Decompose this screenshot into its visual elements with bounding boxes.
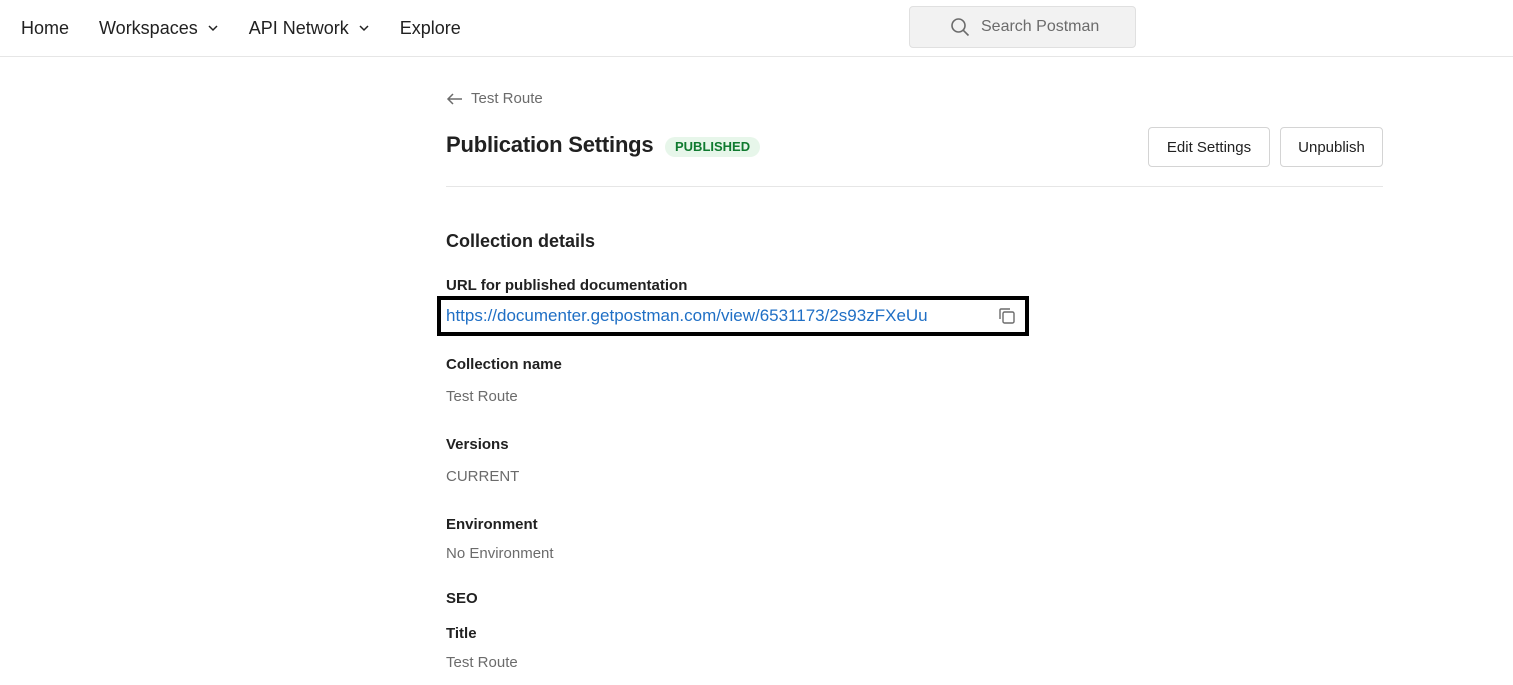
nav-home[interactable]: Home [21, 18, 69, 39]
top-navigation-bar: Home Workspaces API Network Explore Sear… [0, 0, 1513, 57]
section-title-collection-details: Collection details [446, 231, 596, 251]
back-link-label: Test Route [471, 90, 543, 107]
divider [446, 186, 1383, 187]
nav-home-label: Home [21, 17, 70, 38]
nav-api-network-label: API Network [248, 17, 349, 38]
nav-explore-label: Explore [399, 17, 461, 38]
arrow-left-icon [446, 92, 462, 105]
url-highlight-box: https://documenter.getpostman.com/view/6… [437, 296, 1029, 336]
search-placeholder: Search Postman [981, 18, 1100, 35]
chevron-down-icon [208, 25, 218, 32]
nav-workspaces-label: Workspaces [99, 17, 198, 38]
environment-label: Environment [446, 516, 538, 533]
url-label: URL for published documentation [446, 277, 688, 294]
nav-workspaces[interactable]: Workspaces [99, 18, 219, 39]
seo-title-label: Title [446, 625, 477, 642]
main-nav: Home Workspaces API Network Explore [21, 0, 491, 56]
environment-value: No Environment [446, 545, 554, 562]
copy-icon[interactable] [997, 306, 1017, 326]
back-link[interactable]: Test Route [446, 90, 543, 107]
search-input[interactable]: Search Postman [909, 6, 1136, 48]
unpublish-button[interactable]: Unpublish [1280, 127, 1383, 167]
nav-api-network[interactable]: API Network [249, 18, 370, 39]
edit-settings-button[interactable]: Edit Settings [1148, 127, 1270, 167]
page-header: Publication Settings PUBLISHED Edit Sett… [446, 127, 1383, 167]
seo-title-value: Test Route [446, 654, 518, 671]
chevron-down-icon [359, 25, 369, 32]
versions-value: CURRENT [446, 468, 520, 485]
versions-label: Versions [446, 436, 509, 453]
published-url-link[interactable]: https://documenter.getpostman.com/view/6… [446, 306, 928, 326]
collection-name-label: Collection name [446, 356, 562, 373]
status-badge: PUBLISHED [665, 137, 761, 157]
page-title: Publication Settings [446, 132, 654, 157]
nav-explore[interactable]: Explore [400, 18, 461, 39]
search-icon [951, 18, 970, 37]
seo-label: SEO [446, 590, 478, 607]
collection-name-value: Test Route [446, 388, 518, 405]
